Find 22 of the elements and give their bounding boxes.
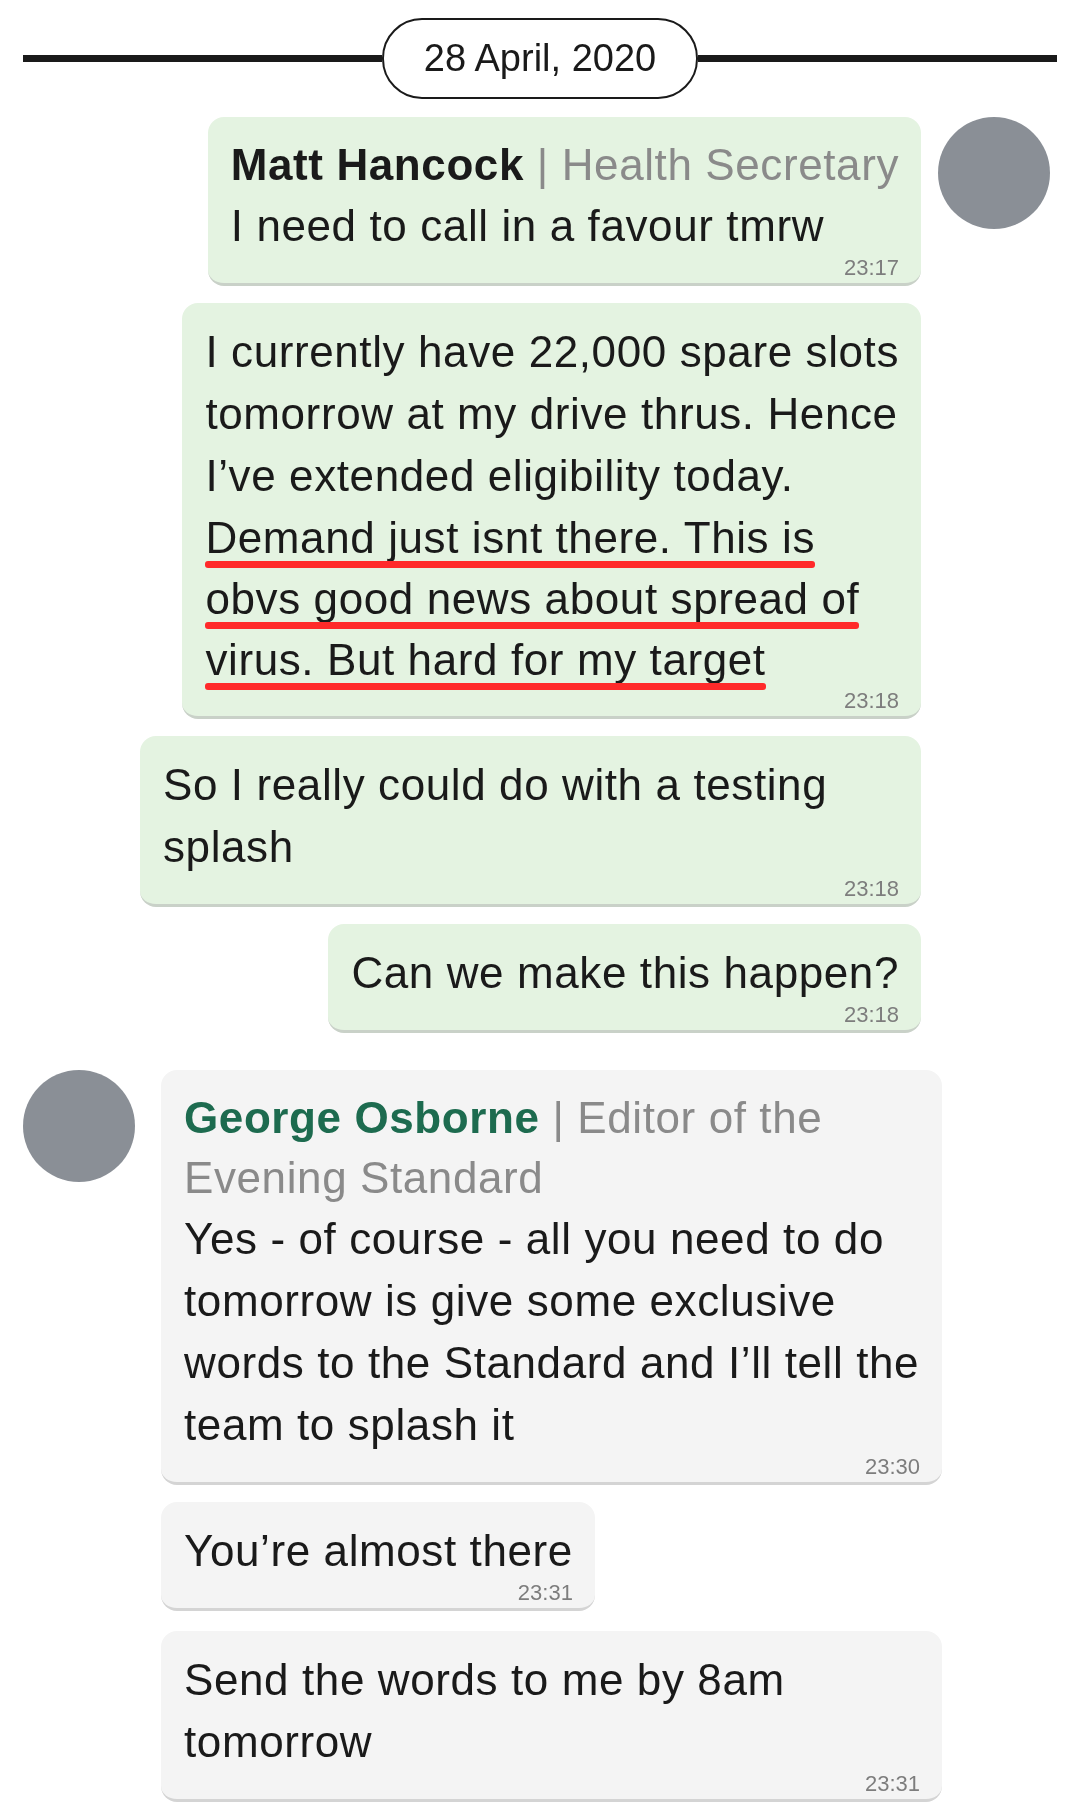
message-time: 23:30 xyxy=(864,1454,920,1479)
message-time: 23:31 xyxy=(517,1580,573,1605)
message-time: 23:18 xyxy=(843,688,899,713)
message-text: Can we make this happen? xyxy=(351,947,899,999)
message-time: 23:18 xyxy=(843,1002,899,1027)
sender-label: George Osborne | Editor of the Evening Standard xyxy=(184,1092,824,1204)
underlined-message-line: Demand just isnt there. This is xyxy=(205,507,815,568)
message-text: I need to call in a favour tmrw xyxy=(230,200,826,252)
message-time: 23:31 xyxy=(864,1771,920,1796)
message-text: You’re almost there xyxy=(184,1525,573,1577)
message-text: Send the words to me by 8am tomorrow xyxy=(184,1654,786,1768)
underlined-message-line: virus. But hard for my target xyxy=(205,629,766,690)
message-line: I currently have 22,000 spare slots xyxy=(205,326,899,378)
date-label: 28 April, 2020 xyxy=(381,18,699,99)
message-line: I’ve extended eligibility today. xyxy=(205,450,794,502)
message-time: 23:17 xyxy=(843,255,899,280)
message-time: 23:18 xyxy=(843,876,899,901)
sender-label: Matt Hancock | Health Secretary xyxy=(230,139,899,191)
message-line: tomorrow at my drive thrus. Hence xyxy=(205,388,898,440)
underlined-message-line: obvs good news about spread of xyxy=(205,568,860,629)
message-text: Yes - of course - all you need to do tomorrow is give some exclusive words to the Standard and I’ll tell the team to splash it xyxy=(184,1213,920,1451)
message-text: So I really could do with a testing splash xyxy=(163,759,829,873)
